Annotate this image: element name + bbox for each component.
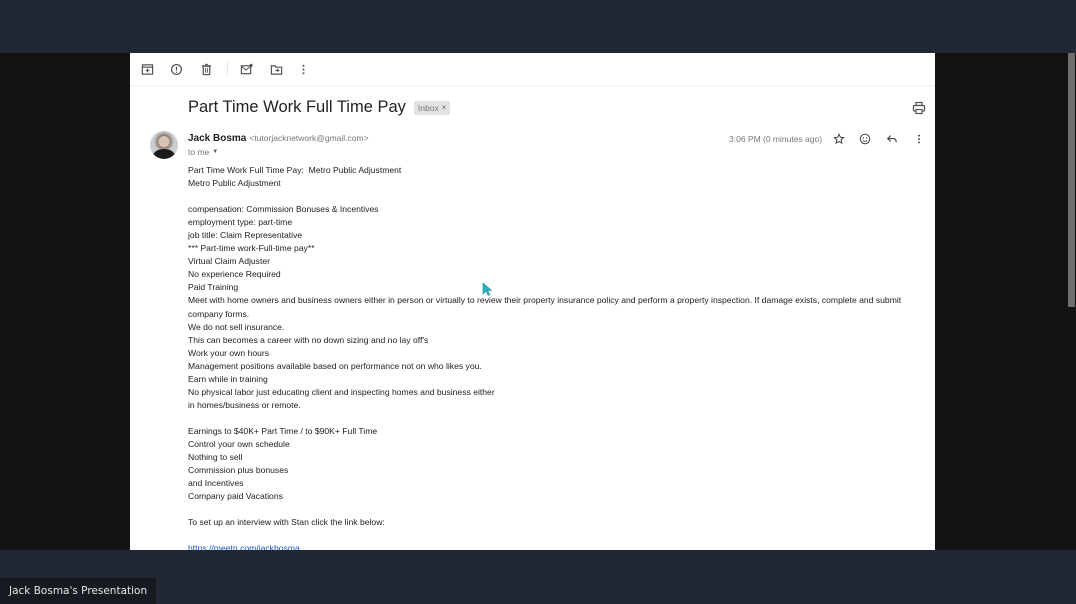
move-to-icon[interactable] [269, 62, 283, 76]
email-body-line: Management positions available based on … [188, 360, 482, 371]
email-body-line: Control your own schedule [188, 438, 290, 449]
share-scrollbar[interactable] [1068, 53, 1075, 307]
email-body-line: Meet with home owners and business owner… [188, 295, 902, 306]
sender-email: <tutorjacknetwork@gmail.com> [249, 133, 369, 143]
email-body-line: Commission plus bonuses [188, 465, 289, 476]
email-body-line: Paid Training [188, 282, 239, 293]
email-timestamp: 3:06 PM (0 minutes ago) [729, 134, 823, 144]
print-icon[interactable] [912, 101, 926, 115]
email-body-line: We do not sell insurance. [188, 321, 285, 332]
recipient-details-toggle[interactable]: to me ▼ [188, 147, 218, 157]
presenter-label: Jack Bosma's Presentation [0, 578, 157, 604]
email-body-line: This can becomes a career with no down s… [188, 334, 429, 345]
email-body-line [188, 190, 923, 203]
star-icon[interactable] [832, 132, 846, 146]
email-toolbar [130, 53, 935, 86]
remove-label-icon[interactable]: × [442, 103, 447, 112]
message-more-icon[interactable] [912, 132, 926, 146]
email-body-line: in homes/business or remote. [188, 399, 301, 410]
mouse-cursor-icon [482, 282, 492, 296]
email-body-line: https://meetn.com/jackbosma [188, 542, 923, 550]
email-body-line: No physical labor just educating client … [188, 386, 495, 397]
avatar-figure [153, 149, 175, 159]
email-subject: Part Time Work Full Time Pay [188, 98, 406, 116]
email-body-line: compensation: Commission Bonuses & Incen… [188, 204, 379, 215]
email-panel: Part Time Work Full Time Pay Inbox × Jac… [130, 53, 935, 550]
email-body-line [188, 529, 923, 542]
email-body-line: Company paid Vacations [188, 491, 283, 502]
delete-icon[interactable] [199, 62, 213, 76]
email-body-line: Virtual Claim Adjuster [188, 256, 270, 267]
email-body-line [188, 412, 923, 425]
toolbar-divider [227, 62, 228, 76]
email-body-line: company forms. [188, 308, 250, 319]
meeting-bottom-bar [0, 550, 1076, 604]
email-body-line: *** Part-time work-Full-time pay** [188, 243, 315, 254]
recipient-text: to me [188, 147, 210, 157]
subject-row: Part Time Work Full Time Pay Inbox × [188, 98, 451, 117]
email-body-line: employment type: part-time [188, 217, 293, 228]
email-body-line: Work your own hours [188, 347, 270, 358]
email-body: Part Time Work Full Time Pay: Metro Publ… [188, 164, 923, 550]
email-body-line: No experience Required [188, 269, 281, 280]
email-body-line: Nothing to sell [188, 452, 243, 463]
inbox-label-text: Inbox [417, 102, 439, 113]
meeting-top-bar [0, 0, 1076, 53]
sender-name[interactable]: Jack Bosma [188, 133, 246, 144]
email-body-line [188, 503, 923, 516]
emoji-reaction-icon[interactable] [858, 132, 872, 146]
reply-icon[interactable] [885, 132, 899, 146]
chevron-down-icon: ▼ [212, 149, 219, 155]
mark-unread-icon[interactable] [239, 62, 253, 76]
inbox-label-chip[interactable]: Inbox × [413, 100, 451, 115]
screen-share-area: Part Time Work Full Time Pay Inbox × Jac… [0, 53, 1076, 550]
email-body-line: job title: Claim Representative [188, 230, 303, 241]
report-spam-icon[interactable] [169, 62, 183, 76]
archive-icon[interactable] [140, 62, 154, 76]
more-icon[interactable] [296, 62, 310, 76]
meeting-link[interactable]: https://meetn.com/jackbosma [188, 543, 300, 550]
email-body-line: To set up an interview with Stan click t… [188, 517, 385, 528]
sender-row: Jack Bosma <tutorjacknetwork@gmail.com> [188, 133, 369, 144]
email-body-line: and Incentives [188, 478, 244, 489]
email-body-line: Part Time Work Full Time Pay: Metro Publ… [188, 165, 402, 175]
email-body-line: Metro Public Adjustment [188, 178, 281, 189]
email-body-line: Earnings to $40K+ Part Time / to $90K+ F… [188, 425, 378, 436]
email-body-line: Earn while in training [188, 373, 268, 384]
sender-avatar[interactable] [150, 131, 178, 159]
